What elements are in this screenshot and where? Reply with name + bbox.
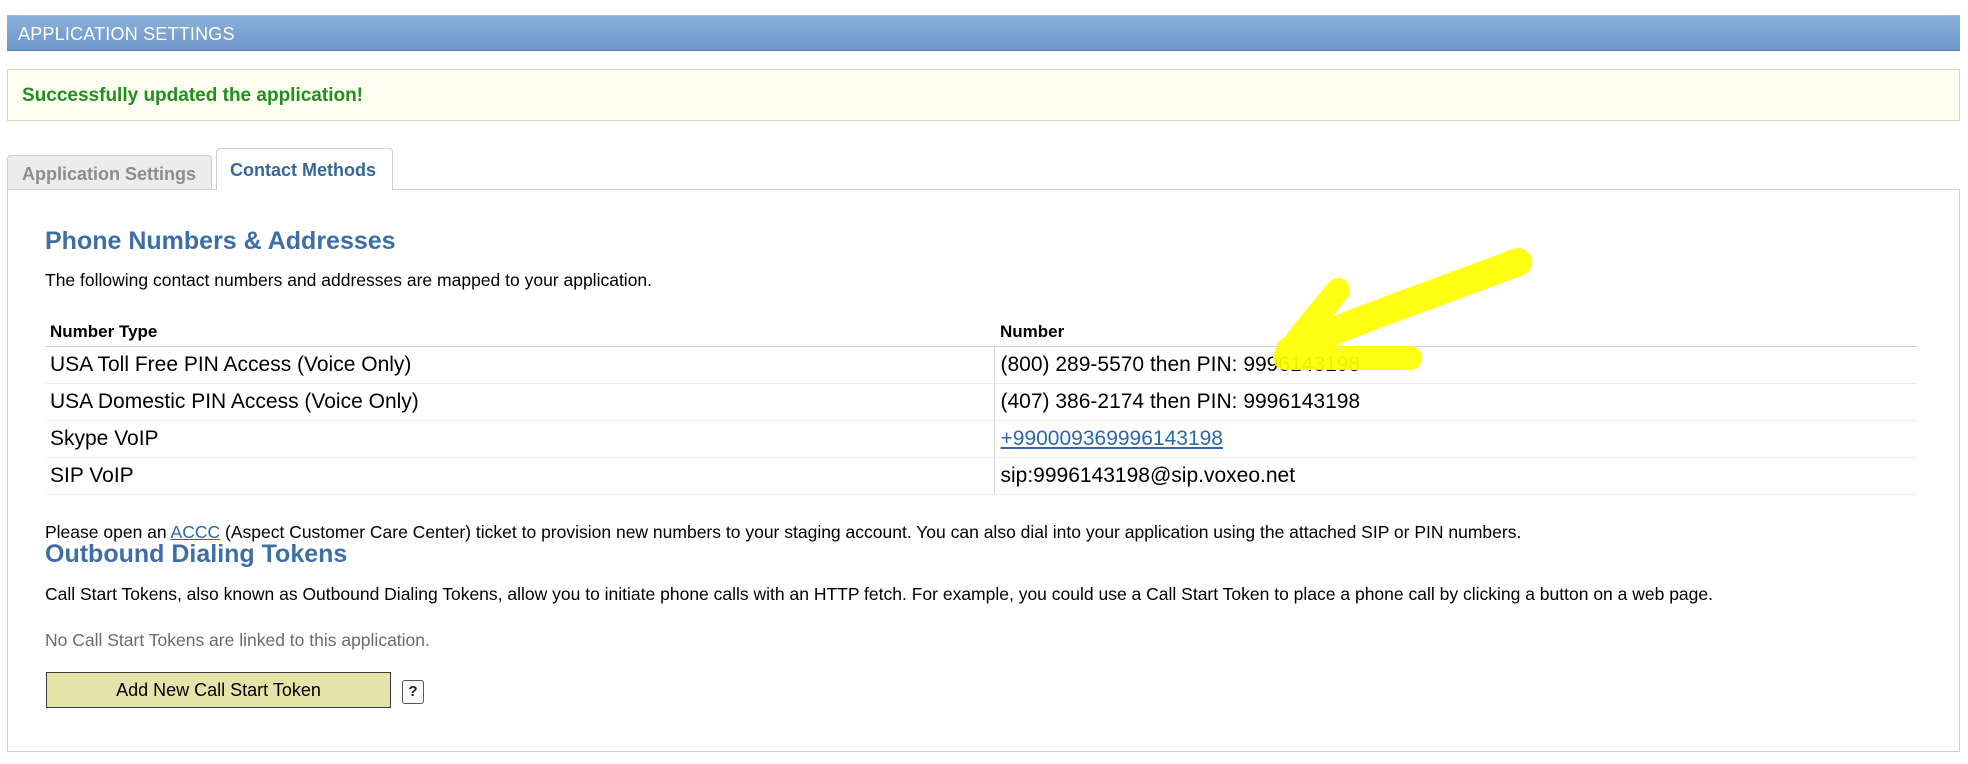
number-cell: (800) 289-5570 then PIN: 9996143198 [993, 346, 1917, 384]
provision-note-suffix: (Aspect Customer Care Center) ticket to … [220, 522, 1522, 542]
phone-section-description: The following contact numbers and addres… [45, 270, 653, 290]
add-call-start-token-button[interactable]: Add New Call Start Token [46, 672, 391, 708]
tab-contact-methods-label: Contact Methods [230, 160, 376, 180]
contact-numbers-table: Number Type Number USA Toll Free PIN Acc… [45, 318, 1917, 495]
skype-number-link[interactable]: +990009369996143198 [1001, 427, 1224, 450]
column-header-number: Number [994, 318, 1917, 347]
tab-application-settings[interactable]: Application Settings [7, 155, 212, 190]
number-cell: sip:9996143198@sip.voxeo.net [993, 457, 1917, 495]
number-type-cell: SIP VoIP [45, 457, 994, 495]
table-row: SIP VoIP sip:9996143198@sip.voxeo.net [45, 457, 1917, 495]
number-type-cell: USA Toll Free PIN Access (Voice Only) [45, 346, 994, 384]
table-row: USA Domestic PIN Access (Voice Only) (40… [45, 383, 1917, 421]
tab-contact-methods[interactable]: Contact Methods [216, 148, 393, 191]
column-header-number-type: Number Type [45, 318, 994, 347]
number-cell: +990009369996143198 [993, 420, 1917, 458]
provision-note-prefix: Please open an [45, 522, 171, 542]
table-row: USA Toll Free PIN Access (Voice Only) (8… [45, 346, 1917, 384]
phone-section-title: Phone Numbers & Addresses [45, 227, 396, 255]
help-icon[interactable]: ? [402, 680, 424, 704]
no-tokens-message: No Call Start Tokens are linked to this … [45, 630, 430, 650]
table-row: Skype VoIP +990009369996143198 [45, 420, 1917, 458]
app-settings-header: APPLICATION SETTINGS [7, 15, 1960, 51]
number-cell: (407) 386-2174 then PIN: 9996143198 [993, 383, 1917, 421]
number-type-cell: USA Domestic PIN Access (Voice Only) [45, 383, 994, 421]
table-header-row: Number Type Number [45, 318, 1917, 347]
number-type-cell: Skype VoIP [45, 420, 994, 458]
success-notice: Successfully updated the application! [7, 69, 1960, 121]
tab-application-settings-label: Application Settings [22, 164, 197, 184]
accc-link[interactable]: ACCC [171, 522, 221, 542]
tokens-section-title: Outbound Dialing Tokens [45, 540, 348, 568]
header-title: APPLICATION SETTINGS [18, 24, 235, 44]
success-message: Successfully updated the application! [22, 85, 364, 106]
tokens-section-description: Call Start Tokens, also known as Outboun… [45, 584, 1713, 604]
